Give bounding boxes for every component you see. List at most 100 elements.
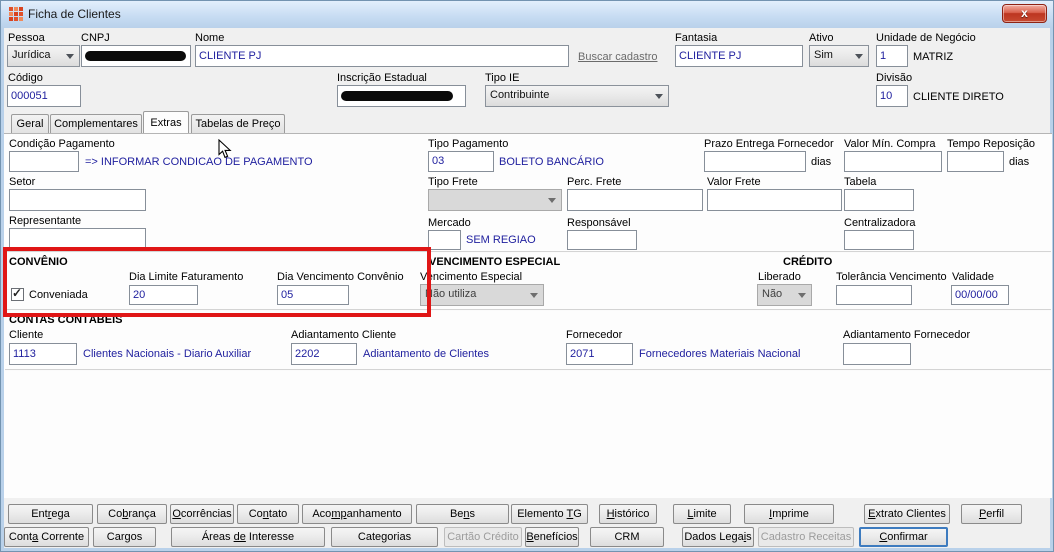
unidade-negocio-input[interactable]: 1 — [876, 45, 908, 67]
button-ocorrencias[interactable]: Ocorrências — [170, 504, 234, 524]
prazo-entrega-label: Prazo Entrega Fornecedor — [704, 138, 834, 150]
cnpj-input[interactable] — [81, 45, 191, 67]
chevron-down-icon — [66, 54, 74, 59]
button-categorias[interactable]: Categorias — [331, 527, 438, 547]
dia-limite-input[interactable]: 20 — [129, 285, 198, 305]
mercado-input[interactable] — [428, 230, 461, 250]
validade-input[interactable]: 00/00/00 — [951, 285, 1009, 305]
adiantamento-cliente-input[interactable]: 2202 — [291, 343, 357, 365]
fantasia-label: Fantasia — [675, 32, 718, 44]
dia-limite-label: Dia Limite Faturamento — [129, 271, 244, 283]
cliente-label: Cliente — [9, 329, 44, 341]
dia-vencimento-input[interactable]: 05 — [277, 285, 349, 305]
button-perfil[interactable]: Perfil — [961, 504, 1022, 524]
tempo-reposicao-suffix: dias — [1009, 156, 1030, 168]
divisao-input[interactable]: 10 — [876, 85, 908, 107]
tempo-reposicao-input[interactable] — [947, 151, 1004, 172]
valor-min-compra-input[interactable] — [844, 151, 942, 172]
tipo-frete-label: Tipo Frete — [428, 176, 478, 188]
conveniada-label: Conveniada — [29, 289, 88, 301]
convenio-section-title: CONVÊNIO — [9, 256, 68, 268]
button-cadastro-receitas: Cadastro Receitas — [758, 527, 854, 547]
dia-vencimento-label: Dia Vencimento Convênio — [277, 271, 404, 283]
inscricao-estadual-input[interactable] — [337, 85, 466, 107]
representante-label: Representante — [9, 215, 82, 227]
condicao-pagamento-input[interactable] — [9, 151, 79, 172]
tabela-input[interactable] — [844, 189, 914, 211]
adiantamento-fornecedor-label: Adiantamento Fornecedor — [843, 329, 971, 341]
tolerancia-input[interactable] — [836, 285, 912, 305]
titlebar[interactable]: Ficha de Clientes x — [1, 1, 1053, 28]
unidade-negocio-desc: MATRIZ — [913, 51, 954, 63]
prazo-entrega-input[interactable] — [704, 151, 806, 172]
tab-complementares[interactable]: Complementares — [50, 114, 142, 133]
perc-frete-label: Perc. Frete — [567, 176, 622, 188]
button-areas-de-interesse[interactable]: Áreas de Interesse — [171, 527, 325, 547]
representante-input[interactable] — [9, 228, 146, 250]
separator — [5, 309, 1051, 311]
button-confirmar[interactable]: Confirmar — [859, 527, 948, 547]
nome-input[interactable]: CLIENTE PJ — [195, 45, 569, 67]
button-conta-corrente[interactable]: Conta Corrente — [4, 527, 89, 547]
tipo-pagamento-label: Tipo Pagamento — [428, 138, 509, 150]
button-beneficios[interactable]: Benefícios — [525, 527, 579, 547]
button-crm[interactable]: CRM — [590, 527, 664, 547]
button-bens[interactable]: Bens — [416, 504, 509, 524]
close-button[interactable]: x — [1002, 4, 1047, 23]
button-acompanhamento[interactable]: Acompanhamento — [302, 504, 412, 524]
app-icon — [9, 7, 23, 21]
condicao-pagamento-label: Condição Pagamento — [9, 138, 115, 150]
fornecedor-label: Fornecedor — [566, 329, 623, 341]
responsavel-input[interactable] — [567, 230, 637, 250]
mercado-desc: SEM REGIAO — [466, 234, 536, 246]
conveniada-checkbox[interactable]: ✓ — [11, 286, 24, 301]
nome-label: Nome — [195, 32, 225, 44]
cliente-desc: Clientes Nacionais - Diario Auxiliar — [83, 348, 252, 360]
tipo-frete-select[interactable] — [428, 189, 562, 211]
tabela-label: Tabela — [844, 176, 877, 188]
button-contato[interactable]: Contato — [237, 504, 299, 524]
tab-extras[interactable]: Extras — [143, 111, 189, 133]
tolerancia-label: Tolerância Vencimento — [836, 271, 947, 283]
button-imprime[interactable]: Imprime — [744, 504, 834, 524]
tab-tabelas-de-preco[interactable]: Tabelas de Preço — [191, 114, 285, 133]
ativo-select[interactable]: Sim — [809, 45, 869, 67]
button-cobranca[interactable]: Cobrança — [97, 504, 167, 524]
divisao-desc: CLIENTE DIRETO — [913, 91, 1004, 103]
valor-frete-input[interactable] — [707, 189, 842, 211]
inscricao-estadual-label: Inscrição Estadual — [337, 72, 427, 84]
check-icon: ✓ — [12, 286, 23, 300]
liberado-select[interactable]: Não — [757, 284, 812, 306]
setor-input[interactable] — [9, 189, 146, 211]
tipo-ie-select[interactable]: Contribuinte — [485, 85, 669, 107]
prazo-entrega-suffix: dias — [811, 156, 832, 168]
tempo-reposicao-label: Tempo Reposição — [947, 138, 1036, 150]
button-historico[interactable]: Histórico — [599, 504, 657, 524]
close-icon: x — [1021, 6, 1028, 20]
button-extrato-clientes[interactable]: Extrato Clientes — [864, 504, 950, 524]
button-cargos[interactable]: Cargos — [93, 527, 156, 547]
separator — [5, 369, 1051, 371]
vencimento-especial-section-title: VENCIMENTO ESPECIAL — [429, 256, 561, 268]
button-entrega[interactable]: Entrega — [8, 504, 93, 524]
fantasia-input[interactable]: CLIENTE PJ — [675, 45, 803, 67]
tab-geral[interactable]: Geral — [11, 114, 49, 133]
cliente-input[interactable]: 1113 — [9, 343, 77, 365]
perc-frete-input[interactable] — [567, 189, 703, 211]
centralizadora-input[interactable] — [844, 230, 914, 250]
chevron-down-icon — [530, 293, 538, 298]
valor-frete-label: Valor Frete — [707, 176, 761, 188]
adiantamento-fornecedor-input[interactable] — [843, 343, 911, 365]
vencimento-especial-select[interactable]: Não utiliza — [420, 284, 544, 306]
pessoa-select[interactable]: Jurídica — [7, 45, 80, 67]
codigo-input[interactable]: 000051 — [7, 85, 81, 107]
tipo-pagamento-input[interactable]: 03 — [428, 151, 494, 172]
buscar-cadastro-link[interactable]: Buscar cadastro — [578, 51, 657, 63]
vencimento-especial-label: Vencimento Especial — [420, 271, 523, 283]
button-elemento-tg[interactable]: Elemento TG — [511, 504, 588, 524]
button-limite[interactable]: Limite — [673, 504, 731, 524]
redacted-inscricao-value — [341, 91, 453, 101]
fornecedor-input[interactable]: 2071 — [566, 343, 633, 365]
valor-min-compra-label: Valor Mín. Compra — [844, 138, 936, 150]
button-dados-legais[interactable]: Dados Legais — [682, 527, 754, 547]
